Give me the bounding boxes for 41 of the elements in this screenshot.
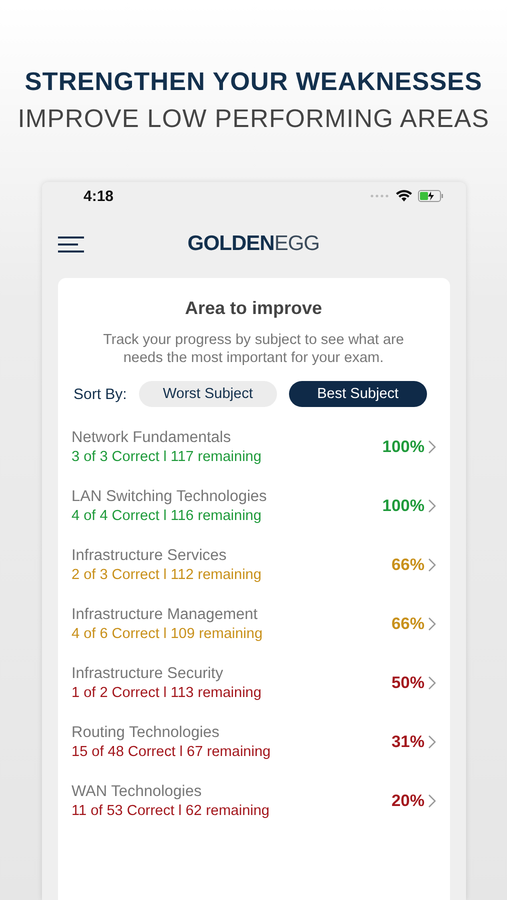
subject-percent: 66% <box>391 556 424 574</box>
sort-label: Sort By: <box>74 386 127 402</box>
subject-name: Infrastructure Security <box>72 665 224 683</box>
subject-detail: 1 of 2 Correct l 113 remaining <box>72 685 262 701</box>
subject-detail: 3 of 3 Correct l 117 remaining <box>72 449 262 465</box>
subject-percent: 20% <box>391 792 424 810</box>
wifi-icon <box>396 190 412 202</box>
subject-percent: 66% <box>391 614 424 634</box>
subject-percent: 31% <box>391 732 424 752</box>
subject-percent: 100% <box>382 496 424 516</box>
chevron-icon[interactable] <box>428 617 436 631</box>
subject-name: LAN Switching Technologies <box>72 488 267 506</box>
status-time: 4:18 <box>84 188 114 204</box>
battery-icon <box>418 190 444 202</box>
menu-icon[interactable] <box>58 236 84 252</box>
subject-detail: 2 of 3 Correct l 112 remaining <box>72 567 262 583</box>
subject-percent: 100% <box>382 438 424 456</box>
subject-name: Routing Technologies <box>72 724 220 742</box>
headline: STRENGTHEN YOUR WEAKNESSES <box>24 68 482 97</box>
subheadline: IMPROVE LOW PERFORMING AREAS <box>18 105 490 134</box>
subject-name: Network Fundamentals <box>72 429 232 447</box>
subject-detail: 15 of 48 Correct l 67 remaining <box>72 744 271 760</box>
signal-icon <box>370 194 390 198</box>
card-description: Track your progress by subject to see what are needs the most important for your exam. <box>102 331 405 367</box>
subject-percent: 50% <box>391 674 424 692</box>
logo: GOLDENEGG <box>187 232 320 255</box>
sort-option[interactable]: Best Subject <box>288 381 427 407</box>
subject-detail: 11 of 53 Correct l 62 remaining <box>72 803 270 819</box>
sort-option[interactable]: Worst Subject <box>138 381 277 407</box>
card-title: Area to improve <box>184 298 322 319</box>
chevron-icon[interactable] <box>428 794 436 808</box>
subject-detail: 4 of 4 Correct l 116 remaining <box>72 508 262 524</box>
subject-name: Infrastructure Services <box>72 547 228 565</box>
chevron-icon[interactable] <box>428 499 436 513</box>
chevron-icon[interactable] <box>428 558 436 572</box>
chevron-icon[interactable] <box>428 676 436 690</box>
subject-name: Infrastructure Management <box>72 606 259 624</box>
subject-detail: 4 of 6 Correct l 109 remaining <box>72 626 263 642</box>
chevron-icon[interactable] <box>428 735 436 749</box>
chevron-icon[interactable] <box>428 440 436 454</box>
subject-name: WAN Technologies <box>72 783 203 801</box>
